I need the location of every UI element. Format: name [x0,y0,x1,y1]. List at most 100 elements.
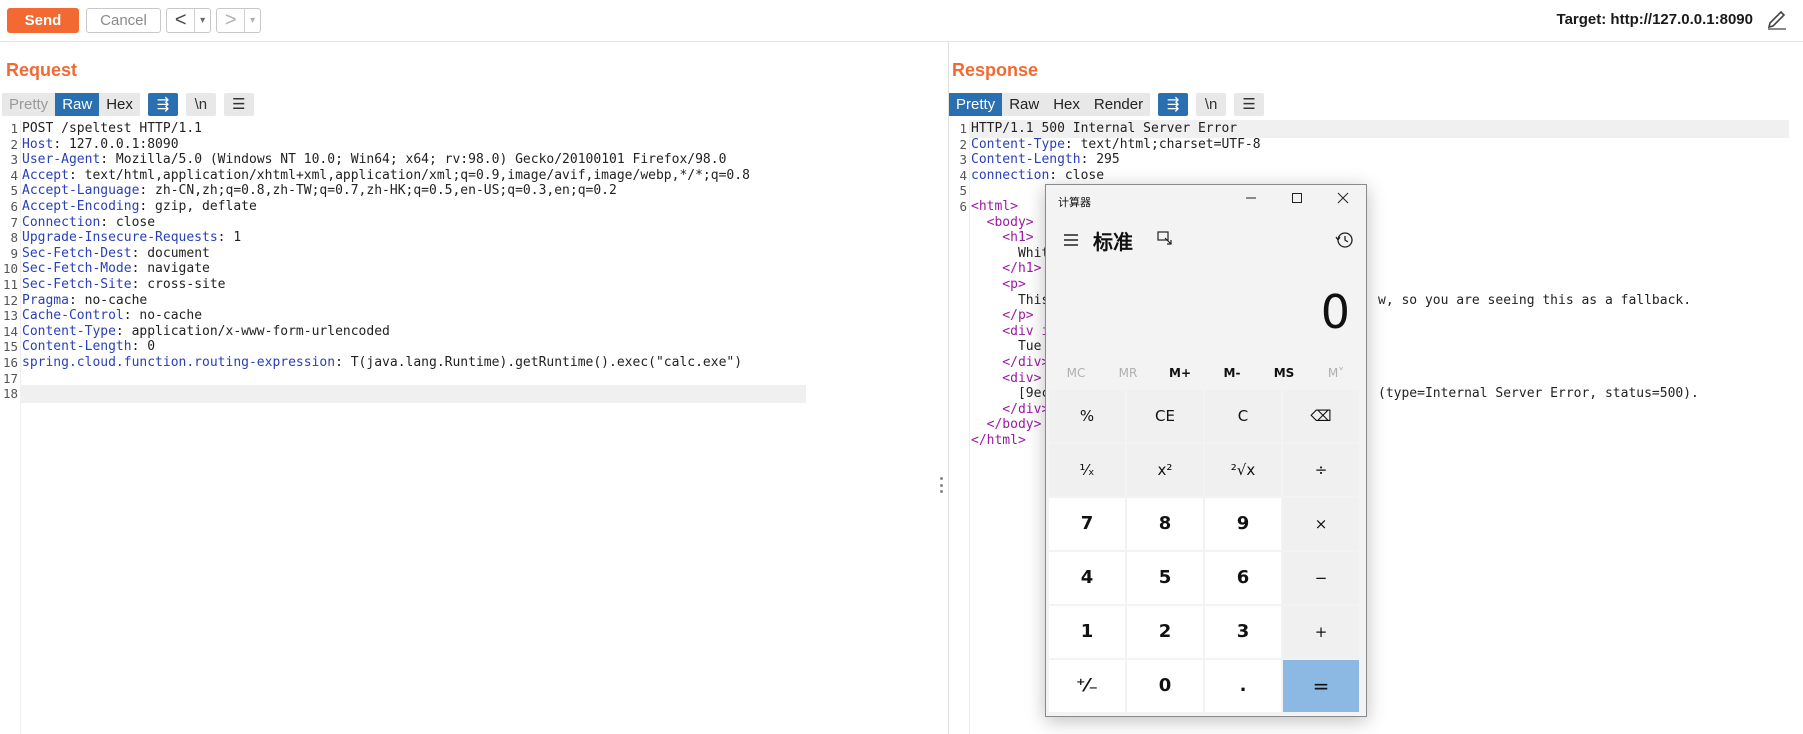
digit-1-key[interactable]: 1 [1049,606,1125,658]
negate-key[interactable]: ⁺⁄₋ [1049,660,1125,712]
request-pane: Request Pretty Raw Hex ⇶ \n ☰ 1 POST /speltest… [0,42,936,734]
subtract-key[interactable]: − [1283,552,1359,604]
forward-dropdown-icon[interactable]: ▾ [244,9,260,32]
tab-raw[interactable]: Raw [1002,93,1047,116]
memory-m--button[interactable]: M- [1206,361,1258,385]
request-view-tabs: Pretty Raw Hex ⇶ \n ☰ [2,93,254,116]
header-name: Content-Length [22,339,132,355]
digit-8-key[interactable]: 8 [1127,498,1203,550]
square-key[interactable]: x² [1127,444,1203,496]
request-title: Request [6,60,78,80]
digit-5-key[interactable]: 5 [1127,552,1203,604]
sqrt-key[interactable]: ²√x [1205,444,1281,496]
back-dropdown-icon[interactable]: ▾ [194,9,210,32]
clear-entry-key[interactable]: CE [1127,390,1203,442]
tab-hex[interactable]: Hex [99,93,140,116]
target-label[interactable]: Target: http://127.0.0.1:8090 [1557,11,1753,28]
digit-6-key[interactable]: 6 [1205,552,1281,604]
memory-mr-button: MR [1118,366,1138,380]
header-name: Upgrade-Insecure-Requests [22,230,218,246]
html-tag: <body> [971,214,1034,230]
history-back-group[interactable]: < ▾ [166,8,211,33]
header-name: Sec-Fetch-Dest [22,245,132,261]
response-view-tabs: Pretty Raw Hex Render ⇶ \n ☰ [949,93,1265,116]
request-editor[interactable]: 1 POST /speltest HTTP/1.1 2 Host: 127.0.0.1… [0,120,936,734]
digit-3-key[interactable]: 3 [1205,606,1281,658]
maximize-icon[interactable] [1274,185,1320,215]
history-forward-group[interactable]: > ▾ [216,8,261,33]
memory-m+-button[interactable]: M+ [1154,361,1206,385]
header-name: Accept [22,167,69,183]
header-name: Accept-Language [22,183,140,199]
text-content: Tue [971,339,1042,355]
send-button[interactable]: Send [7,8,79,33]
tab-raw[interactable]: Raw [55,93,100,116]
memory-mc-button: MC [1066,366,1086,380]
pane-splitter-handle[interactable] [939,477,943,493]
line-content: </html> [971,432,1026,450]
keep-on-top-icon[interactable] [1156,229,1174,247]
header-name: Sec-Fetch-Site [22,277,132,292]
calculator-window[interactable]: 计算器 标准 0 MC MR M+ M- MS M˅ % CE C ⌫ ¹⁄ₓ … [1045,184,1367,717]
html-tag: <html> [971,199,1018,214]
header-value: zh-CN,zh;q=0.8,zh-TW;q=0.7,zh-HK;q=0.5,e… [147,183,617,199]
header-value: cross-site [139,277,226,292]
header-value: no-cache [76,292,148,308]
digit-7-key[interactable]: 7 [1049,498,1125,550]
newline-icon[interactable]: \n [185,93,216,116]
close-icon[interactable] [1320,185,1366,215]
equals-key[interactable]: = [1283,660,1359,712]
header-value: no-cache [131,308,203,324]
percent-key[interactable]: % [1049,390,1125,442]
newline-icon[interactable]: \n [1196,93,1227,116]
pencil-icon[interactable] [1765,8,1789,32]
calculator-keypad: % CE C ⌫ ¹⁄ₓ x² ²√x ÷ 7 8 9 × 4 5 6− 1 2 3 + ⁺⁄₋ 0. = [1049,390,1363,712]
wrap-lines-icon[interactable]: ⇶ [147,93,178,116]
minimize-icon[interactable] [1228,185,1274,215]
tab-hex[interactable]: Hex [1046,93,1087,116]
menu-icon[interactable]: ☰ [1234,93,1265,116]
clear-key[interactable]: C [1205,390,1281,442]
header-value: gzip, deflate [147,199,257,214]
digit-0-key[interactable]: 0 [1127,660,1203,712]
html-tag: <div i [971,323,1050,339]
forward-arrow-icon[interactable]: > [217,9,244,32]
calculator-mode-title: 标准 [1093,230,1133,254]
hamburger-menu-icon[interactable] [1056,225,1086,255]
digit-9-key[interactable]: 9 [1205,498,1281,550]
header-value: 1 [225,230,242,246]
line-number: 18 [2,386,18,402]
text-content: : close [1049,167,1105,183]
header-value: document [139,245,210,261]
divide-key[interactable]: ÷ [1283,444,1359,496]
header-value: 0 [139,339,156,355]
header-name: Sec-Fetch-Mode [22,261,132,277]
cancel-button[interactable]: Cancel [86,8,161,33]
back-arrow-icon[interactable]: < [167,9,194,32]
calculator-title: 计算器 [1058,196,1091,209]
history-icon[interactable] [1330,225,1360,255]
header-name: spring.cloud.function.routing-expression [22,355,336,370]
header-value: POST /speltest HTTP/1.1 [22,121,203,136]
memory-ms-button[interactable]: MS [1258,361,1310,385]
add-key[interactable]: + [1283,606,1359,658]
html-tag: </p> [971,308,1034,324]
decimal-key[interactable]: . [1205,660,1281,712]
header-value: navigate [139,261,210,277]
tab-pretty[interactable]: Pretty [949,93,1003,116]
tab-render[interactable]: Render [1086,93,1151,116]
wrap-lines-icon[interactable]: ⇶ [1158,93,1189,116]
menu-icon[interactable]: ☰ [223,93,254,116]
reciprocal-key[interactable]: ¹⁄ₓ [1049,444,1125,496]
html-tag: <h1> [971,230,1034,246]
header-value: close [108,214,156,230]
code-line[interactable]: 18 [0,385,936,403]
digit-2-key[interactable]: 2 [1127,606,1203,658]
digit-4-key[interactable]: 4 [1049,552,1125,604]
header-name: Connection [22,214,101,230]
backspace-key[interactable]: ⌫ [1283,390,1359,442]
multiply-key[interactable]: × [1283,498,1359,550]
calculator-display: 0 [1320,285,1350,339]
header-name: Content-Type [971,136,1065,152]
burp-repeater-window: Send Cancel < ▾ > ▾ Target: http://127.0… [0,0,1803,734]
